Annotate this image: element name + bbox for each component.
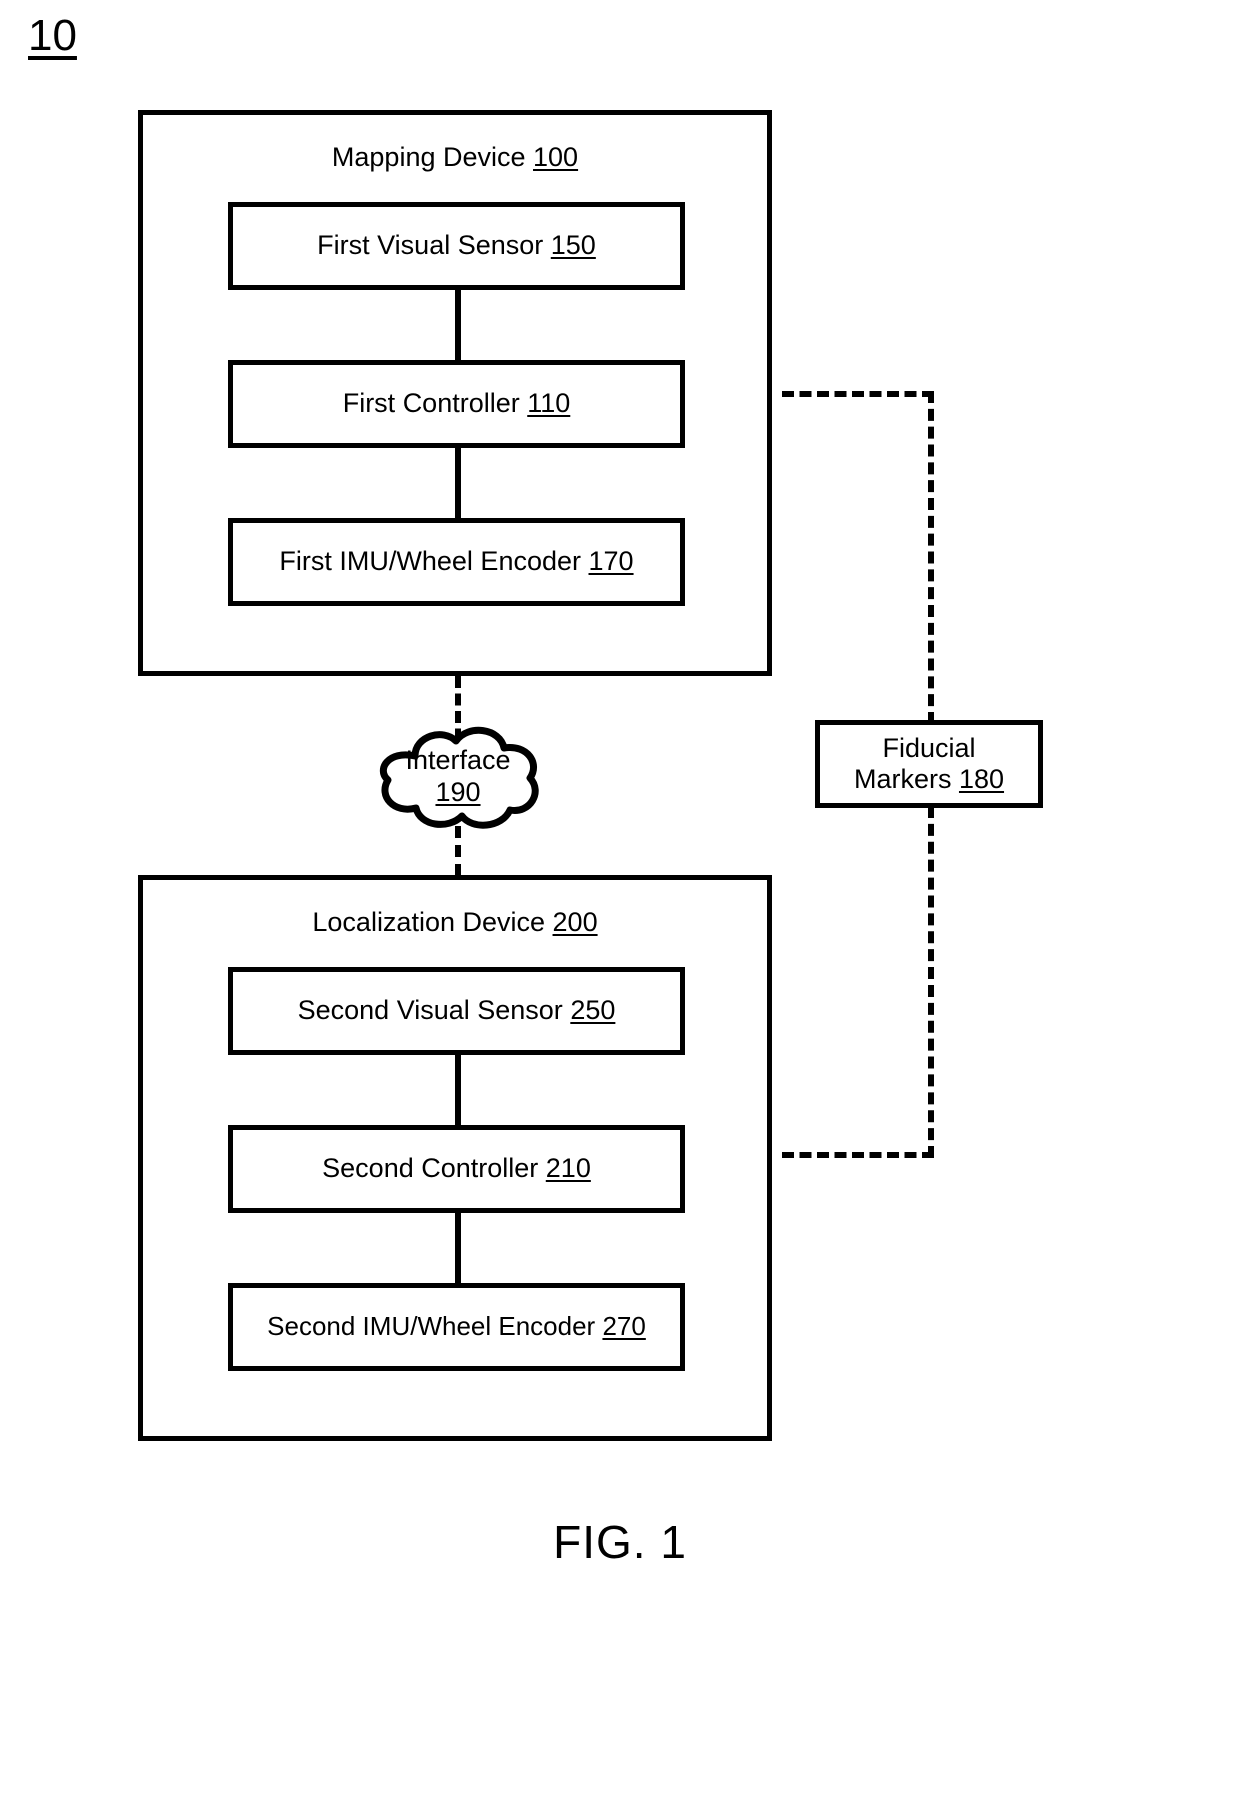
fiducial-markers-box: Fiducial Markers 180	[815, 720, 1043, 808]
second-controller-ref: 210	[545, 1153, 591, 1184]
localization-device-title-ref: 200	[552, 907, 598, 937]
mapping-device-title-text: Mapping Device	[331, 142, 534, 172]
first-visual-sensor-box: First Visual Sensor 150	[228, 202, 685, 290]
interface-cloud: Interface 190	[368, 718, 548, 834]
second-controller-text: Second Controller	[322, 1153, 546, 1184]
second-imu-wheel-encoder-label: Second IMU/Wheel Encoder 270	[267, 1311, 646, 1342]
second-visual-sensor-box: Second Visual Sensor 250	[228, 967, 685, 1055]
dashed-link-fiducial-vertical-lower	[928, 806, 934, 1158]
interface-cloud-ref: 190	[435, 777, 481, 808]
second-controller-label: Second Controller 210	[322, 1153, 591, 1184]
fiducial-markers-ref: 180	[958, 764, 1005, 794]
localization-device-title-text: Localization Device	[312, 907, 553, 937]
second-visual-sensor-label: Second Visual Sensor 250	[298, 995, 616, 1026]
first-controller-box: First Controller 110	[228, 360, 685, 448]
connector-first-sensor-to-controller	[455, 288, 461, 362]
dashed-link-first-controller-to-fiducial	[782, 391, 934, 397]
connector-second-sensor-to-controller	[455, 1053, 461, 1127]
figure-caption: FIG. 1	[553, 1516, 687, 1568]
second-controller-box: Second Controller 210	[228, 1125, 685, 1213]
mapping-device-title: Mapping Device 100	[138, 142, 772, 173]
second-imu-wheel-encoder-text: Second IMU/Wheel Encoder	[267, 1311, 603, 1342]
second-visual-sensor-text: Second Visual Sensor	[297, 995, 571, 1026]
first-controller-text: First Controller	[342, 388, 528, 419]
fiducial-markers-line1: Fiducial	[882, 732, 976, 763]
first-controller-label: First Controller 110	[343, 388, 571, 419]
connector-second-controller-to-imu	[455, 1211, 461, 1285]
first-visual-sensor-text: First Visual Sensor	[317, 230, 551, 261]
interface-cloud-label: Interface	[405, 745, 511, 775]
first-imu-wheel-encoder-box: First IMU/Wheel Encoder 170	[228, 518, 685, 606]
second-visual-sensor-ref: 250	[570, 995, 616, 1026]
first-imu-wheel-encoder-text: First IMU/Wheel Encoder	[279, 546, 589, 577]
first-visual-sensor-label: First Visual Sensor 150	[317, 230, 596, 261]
first-controller-ref: 110	[527, 388, 571, 419]
fiducial-markers-line2: Markers 180	[854, 764, 1004, 795]
first-imu-wheel-encoder-label: First IMU/Wheel Encoder 170	[279, 546, 633, 577]
fiducial-markers-line2-text: Markers	[853, 764, 959, 794]
second-imu-wheel-encoder-box: Second IMU/Wheel Encoder 270	[228, 1283, 685, 1371]
localization-device-title: Localization Device 200	[138, 907, 772, 938]
figure-number-label: 10	[28, 11, 77, 60]
interface-cloud-text: Interface 190	[368, 744, 548, 809]
first-imu-wheel-encoder-ref: 170	[588, 546, 634, 577]
dashed-link-fiducial-vertical-upper	[928, 391, 934, 724]
second-imu-wheel-encoder-ref: 270	[602, 1311, 646, 1342]
connector-first-controller-to-imu	[455, 446, 461, 520]
fiducial-markers-label: Fiducial Markers 180	[854, 733, 1004, 795]
dashed-link-fiducial-to-second-controller	[782, 1152, 934, 1158]
mapping-device-title-ref: 100	[533, 142, 579, 172]
first-visual-sensor-ref: 150	[550, 230, 596, 261]
figure-canvas: 10 Mapping Device 100 First Visual Senso…	[0, 0, 1240, 1798]
